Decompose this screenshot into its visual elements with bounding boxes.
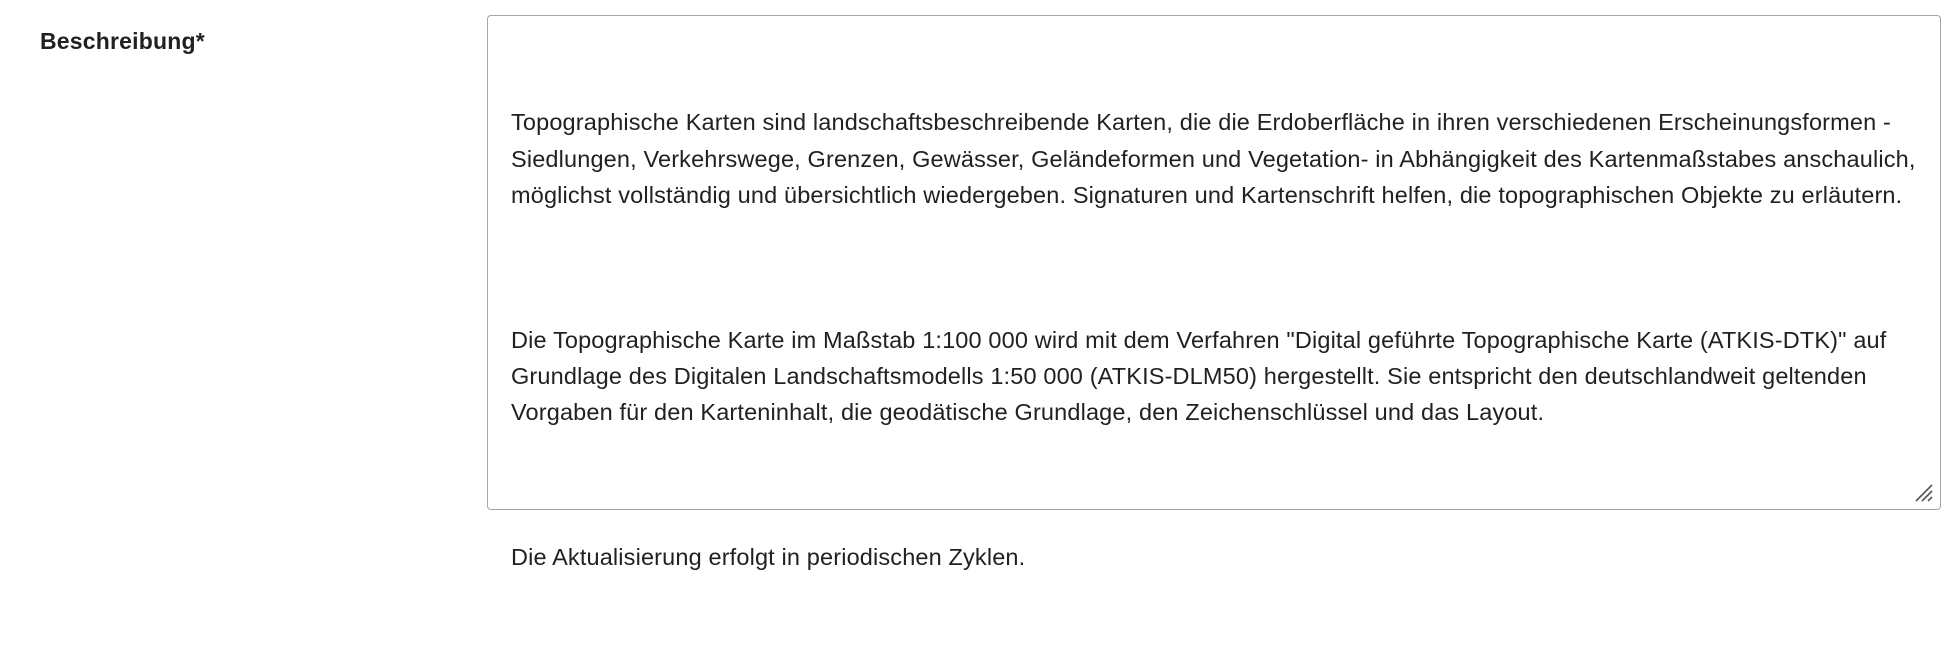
- description-paragraph-1: Topographische Karten sind landschaftsbe…: [511, 109, 1923, 208]
- resize-grip-icon[interactable]: [1912, 481, 1934, 503]
- description-paragraph-2: Die Topographische Karte im Maßstab 1:10…: [511, 326, 1894, 426]
- description-form-row: Beschreibung* Topographische Karten sind…: [0, 0, 1948, 570]
- description-text[interactable]: Topographische Karten sind landschaftsbe…: [511, 32, 1920, 647]
- description-paragraph-3: Die Aktualisierung erfolgt in periodisch…: [511, 543, 1026, 570]
- description-label: Beschreibung*: [40, 28, 205, 54]
- description-textarea[interactable]: Topographische Karten sind landschaftsbe…: [487, 15, 1941, 570]
